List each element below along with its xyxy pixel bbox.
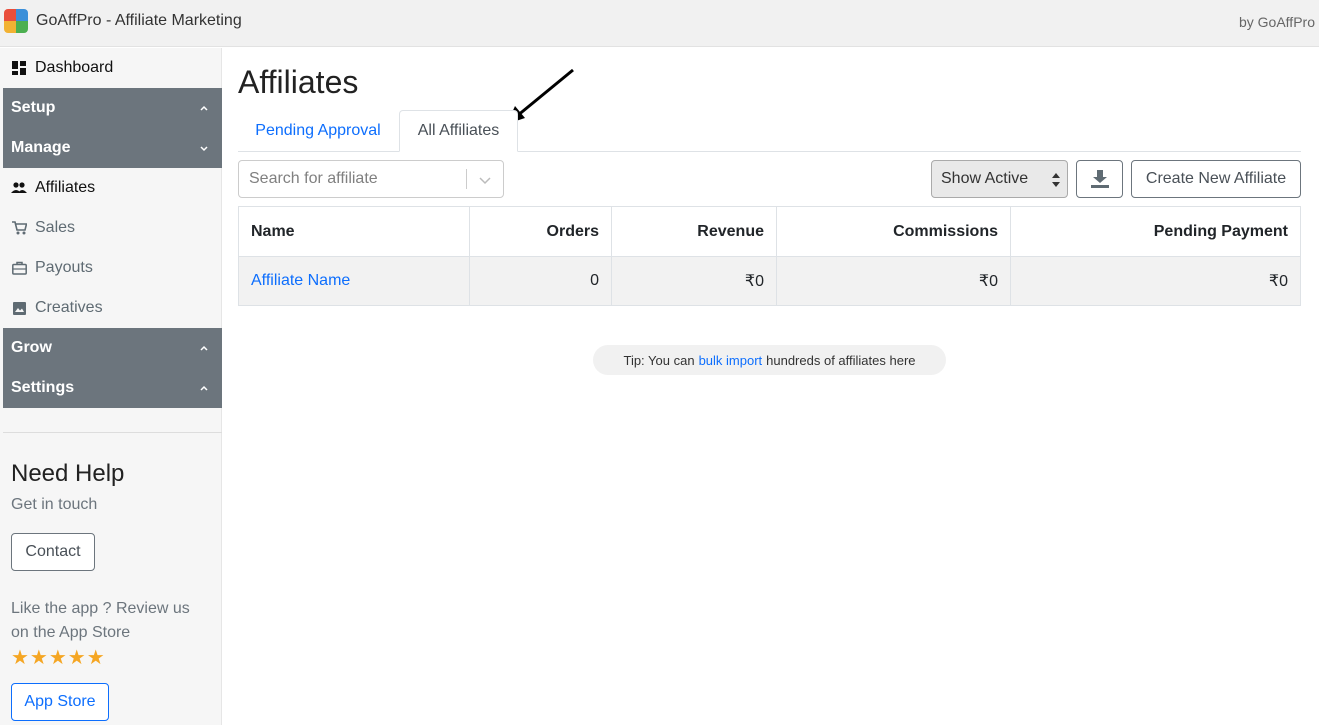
sidebar-section-grow[interactable]: Grow	[3, 328, 222, 368]
tip-suffix: hundreds of affiliates here	[766, 352, 916, 368]
sidebar-divider	[3, 432, 222, 433]
table-header-row: Name Orders Revenue Commissions Pending …	[238, 206, 1301, 257]
search-input[interactable]	[249, 170, 459, 188]
app-store-button[interactable]: App Store	[11, 683, 109, 721]
app-header: GoAffPro - Affiliate Marketing by GoAffP…	[0, 0, 1319, 47]
bulk-import-link[interactable]: bulk import	[699, 353, 763, 368]
by-label: by GoAffPro	[1238, 14, 1315, 30]
sidebar-section-setup[interactable]: Setup	[3, 88, 222, 128]
up-down-arrows-icon	[1052, 173, 1060, 187]
sidebar-item-creatives[interactable]: Creatives	[3, 288, 222, 328]
cell-revenue: ₹0	[611, 256, 777, 306]
search-affiliate-select[interactable]	[238, 160, 504, 198]
download-icon	[1090, 170, 1109, 188]
sidebar-item-affiliates[interactable]: Affiliates	[3, 168, 222, 208]
sidebar-item-label: Creatives	[35, 299, 103, 316]
dashboard-icon	[11, 60, 27, 76]
briefcase-icon	[11, 260, 27, 276]
column-header-orders[interactable]: Orders	[469, 206, 612, 257]
column-header-name[interactable]: Name	[238, 206, 470, 257]
sidebar-section-settings[interactable]: Settings	[3, 368, 222, 408]
app-title: GoAffPro - Affiliate Marketing	[36, 12, 242, 29]
chevron-up-icon	[200, 385, 208, 391]
affiliate-name-link[interactable]: Affiliate Name	[251, 272, 350, 289]
column-header-pending-payment[interactable]: Pending Payment	[1010, 206, 1301, 257]
tab-all-affiliates[interactable]: All Affiliates	[399, 110, 518, 152]
bulk-import-tip: Tip: You can bulk import hundreds of aff…	[593, 345, 946, 375]
sidebar-item-label: Sales	[35, 219, 76, 236]
page-title: Affiliates	[238, 64, 359, 100]
help-title: Need Help	[11, 460, 125, 487]
cell-commissions: ₹0	[776, 256, 1011, 306]
chevron-down-icon[interactable]	[477, 172, 493, 188]
star-rating: ★★★★★	[11, 647, 106, 669]
tip-prefix: Tip: You can	[623, 352, 695, 368]
sidebar-item-label: Dashboard	[35, 59, 114, 76]
sidebar-item-payouts[interactable]: Payouts	[3, 248, 222, 288]
create-new-affiliate-button[interactable]: Create New Affiliate	[1131, 160, 1301, 198]
sidebar: Dashboard Setup Manage Affiliates Sales …	[0, 48, 222, 725]
help-subtitle: Get in touch	[11, 496, 98, 513]
section-label: Manage	[11, 139, 71, 156]
cell-name: Affiliate Name	[238, 256, 470, 306]
sidebar-item-label: Affiliates	[35, 179, 96, 196]
download-button[interactable]	[1076, 160, 1123, 198]
sidebar-item-dashboard[interactable]: Dashboard	[3, 48, 222, 88]
puzzle-logo-icon	[4, 9, 28, 33]
section-label: Grow	[11, 339, 52, 356]
column-header-revenue[interactable]: Revenue	[611, 206, 777, 257]
chevron-down-icon	[200, 146, 208, 152]
image-icon	[11, 300, 27, 316]
chevron-up-icon	[200, 345, 208, 351]
cell-pending-payment: ₹0	[1010, 256, 1301, 306]
sidebar-item-sales[interactable]: Sales	[3, 208, 222, 248]
section-label: Settings	[11, 379, 75, 396]
section-label: Setup	[11, 99, 56, 116]
cart-icon	[11, 220, 27, 236]
table-row: Affiliate Name 0 ₹0 ₹0 ₹0	[238, 256, 1301, 306]
contact-button[interactable]: Contact	[11, 533, 95, 571]
status-filter-value: Show Active	[941, 170, 1029, 187]
affiliates-table: Name Orders Revenue Commissions Pending …	[238, 206, 1301, 306]
chevron-up-icon	[200, 105, 208, 111]
sidebar-section-manage[interactable]: Manage	[3, 128, 222, 168]
people-icon	[11, 180, 27, 196]
review-prompt: Like the app ? Review us on the App Stor…	[11, 600, 190, 641]
tab-pending-approval[interactable]: Pending Approval	[238, 110, 398, 152]
sidebar-item-label: Payouts	[35, 259, 93, 276]
search-separator	[466, 169, 467, 189]
status-filter-select[interactable]: Show Active	[931, 160, 1068, 198]
column-header-commissions[interactable]: Commissions	[776, 206, 1011, 257]
cell-orders: 0	[469, 256, 612, 306]
